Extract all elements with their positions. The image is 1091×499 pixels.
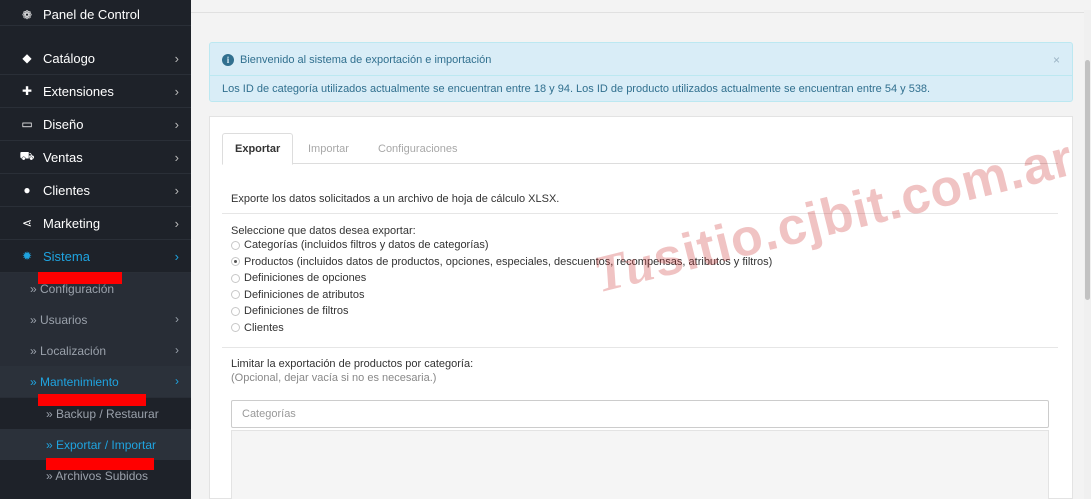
radio-button[interactable] [231,306,240,316]
tab-importar[interactable]: Importar [296,133,361,164]
monitor-icon: ▭ [21,117,33,131]
alert-title: Bienvenido al sistema de exportación e i… [240,54,492,66]
chevron-right-icon: › [175,312,179,326]
export-option-label: Clientes [244,321,284,334]
submenu-item-maint-1[interactable]: » Exportar / Importar [0,429,191,460]
cog-icon: ✹ [21,249,33,263]
export-option-label: Productos (incluidos datos de productos,… [244,255,773,268]
tab-bar: Exportar Importar Configuraciones [222,133,1058,165]
sidebar-item-label: Marketing [43,215,101,231]
radio-button[interactable] [231,290,240,299]
tab-exportar[interactable]: Exportar [222,133,294,165]
sidebar-item-marketing[interactable]: ⋖ Marketing › [0,207,191,240]
sidebar-item-label: Diseño [43,116,84,132]
sidebar-item-ventas[interactable]: ⛟ Ventas › [0,141,191,174]
sidebar-item-sistema[interactable]: ✹ Sistema › [0,240,191,273]
page-scrollbar[interactable] [1084,10,1091,499]
redaction-bar [38,272,122,284]
cart-icon: ⛟ [19,149,35,163]
sidebar-item-label: Extensiones [43,83,114,99]
info-icon: i [222,54,234,66]
close-icon[interactable]: × [1053,53,1060,67]
submenu-item-label: » Exportar / Importar [46,437,157,452]
export-option-label: Definiciones de filtros [244,305,349,317]
radio-button[interactable] [231,257,240,266]
chevron-right-icon: › [175,343,179,357]
tag-icon: ◆ [22,51,32,65]
sidebar-item-label: Clientes [43,182,90,198]
export-option[interactable]: Definiciones de atributos [231,289,364,301]
categories-well [231,430,1049,499]
sidebar-item-dise-o[interactable]: ▭ Diseño › [0,108,191,141]
puzzle-icon: ✚ [21,84,33,98]
header-divider [191,12,1091,13]
limit-title: Limitar la exportación de productos por … [231,358,474,370]
share-icon: ⋖ [21,216,33,230]
radio-button[interactable] [231,273,240,283]
chevron-right-icon: › [174,249,179,264]
chevron-right-icon: › [174,216,179,231]
export-option[interactable]: Productos (incluidos datos de productos,… [231,256,772,268]
sidebar-item-label: Ventas [43,149,83,165]
chevron-right-icon: › [174,51,179,66]
export-option[interactable]: Definiciones de opciones [231,272,366,284]
info-alert: i Bienvenido al sistema de exportación e… [209,42,1073,102]
submenu-item-2[interactable]: » Localización › [0,335,191,366]
select-data-title: Seleccione que datos desea exportar: [231,225,416,237]
export-option[interactable]: Definiciones de filtros [231,305,349,317]
redaction-bar [38,394,146,406]
sidebar-item-extensiones[interactable]: ✚ Extensiones › [0,75,191,108]
chevron-right-icon: › [174,84,179,99]
export-import-panel: Exportar Importar Configuraciones Export… [209,116,1073,499]
sidebar-item-label: Panel de Control [43,7,140,22]
sidebar: ❁ Panel de Control ◆ Catálogo › ✚ Extensiones ›… [0,0,191,499]
sidebar-item-label: Catálogo [43,50,96,66]
chevron-right-icon: › [174,117,179,132]
radio-button[interactable] [231,240,240,250]
sidebar-item-clientes[interactable]: ● Clientes › [0,174,191,207]
maintenance-submenu: » Backup / Restaurar » Exportar / Importa… [0,398,191,499]
sidebar-item-panel-de-control[interactable]: ❁ Panel de Control [0,4,191,26]
submenu-item-1[interactable]: » Usuarios › [0,304,191,335]
radio-button[interactable] [231,323,240,332]
chevron-right-icon: › [174,150,179,165]
categories-input[interactable] [231,400,1049,428]
sidebar-item-cat-logo[interactable]: ◆ Catálogo › [0,42,191,75]
export-option-label: Definiciones de opciones [244,272,367,284]
submenu-item-label: » Usuarios [30,312,88,327]
submenu-item-label: » Localización [30,343,107,358]
system-submenu: » Configuración» Usuarios ›» Localización… [0,273,191,404]
export-option[interactable]: Categorías (incluidos filtros y datos de… [231,239,489,251]
user-icon: ● [23,183,31,197]
alert-message: Los ID de categoría utilizados actualmen… [222,83,931,95]
submenu-item-label: » Backup / Restaurar [46,406,159,421]
main-content: i Bienvenido al sistema de exportación e… [191,0,1091,499]
section-divider [222,347,1058,348]
export-description: Exporte los datos solicitados a un archi… [231,193,560,205]
redaction-bar [46,458,154,470]
chevron-right-icon: › [174,183,179,198]
submenu-item-label: » Mantenimiento [30,374,119,389]
limit-help-text: (Opcional, dejar vacía si no es necesari… [231,372,437,384]
chevron-right-icon: › [175,374,179,388]
export-option[interactable]: Clientes [231,322,284,334]
section-divider [222,213,1058,214]
sidebar-item-label: Sistema [43,248,90,264]
tab-configuraciones[interactable]: Configuraciones [366,133,470,164]
submenu-item-3[interactable]: » Mantenimiento › [0,366,191,397]
scrollbar-thumb[interactable] [1085,60,1090,300]
export-option-label: Categorías (incluidos filtros y datos de… [244,239,489,251]
export-option-label: Definiciones de atributos [244,288,365,301]
alert-divider [210,75,1072,76]
submenu-item-label: » Archivos Subidos [46,468,149,483]
dashboard-icon: ❁ [21,7,33,22]
